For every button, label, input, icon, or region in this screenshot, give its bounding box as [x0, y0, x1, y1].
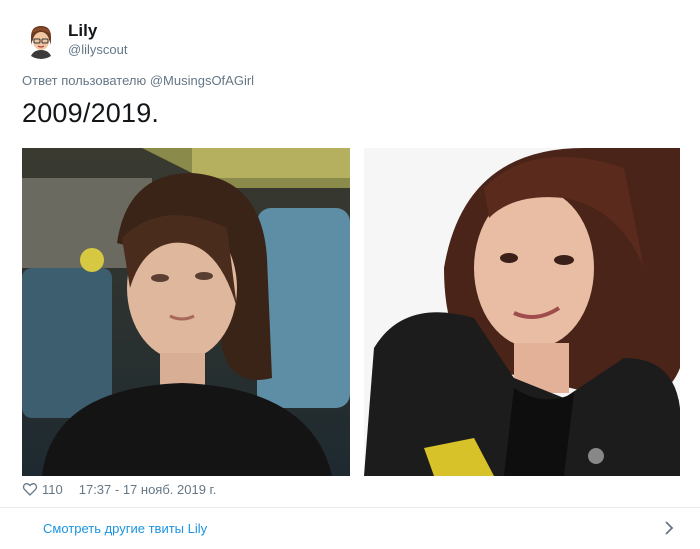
tweet-meta: 110 17:37 - 17 нояб. 2019 г. [22, 480, 216, 498]
portrait-photo-2009 [22, 148, 350, 476]
like-count: 110 [42, 481, 63, 497]
cartoon-avatar-icon [22, 21, 60, 59]
display-name[interactable]: Lily [68, 21, 127, 41]
photo-2009[interactable] [22, 148, 350, 476]
more-tweets-link[interactable]: Смотреть другие твиты Lily [0, 508, 700, 549]
avatar[interactable] [22, 21, 60, 59]
reply-context[interactable]: Ответ пользователю @MusingsOfAGirl [22, 73, 254, 88]
tweet-header: Lily @lilyscout [22, 18, 127, 62]
photo-2019[interactable] [364, 148, 680, 476]
chevron-right-icon[interactable] [662, 520, 676, 536]
heart-icon[interactable] [22, 481, 38, 497]
timestamp[interactable]: 17:37 - 17 нояб. 2019 г. [79, 482, 217, 497]
tweet-text: 2009/2019. [22, 98, 160, 128]
author-names: Lily @lilyscout [68, 21, 127, 59]
tweet-card: Lily @lilyscout Ответ пользователю @Musi… [0, 0, 700, 549]
author-handle[interactable]: @lilyscout [68, 41, 127, 59]
portrait-photo-2019 [364, 148, 680, 476]
more-tweets-label[interactable]: Смотреть другие твиты Lily [43, 521, 207, 536]
